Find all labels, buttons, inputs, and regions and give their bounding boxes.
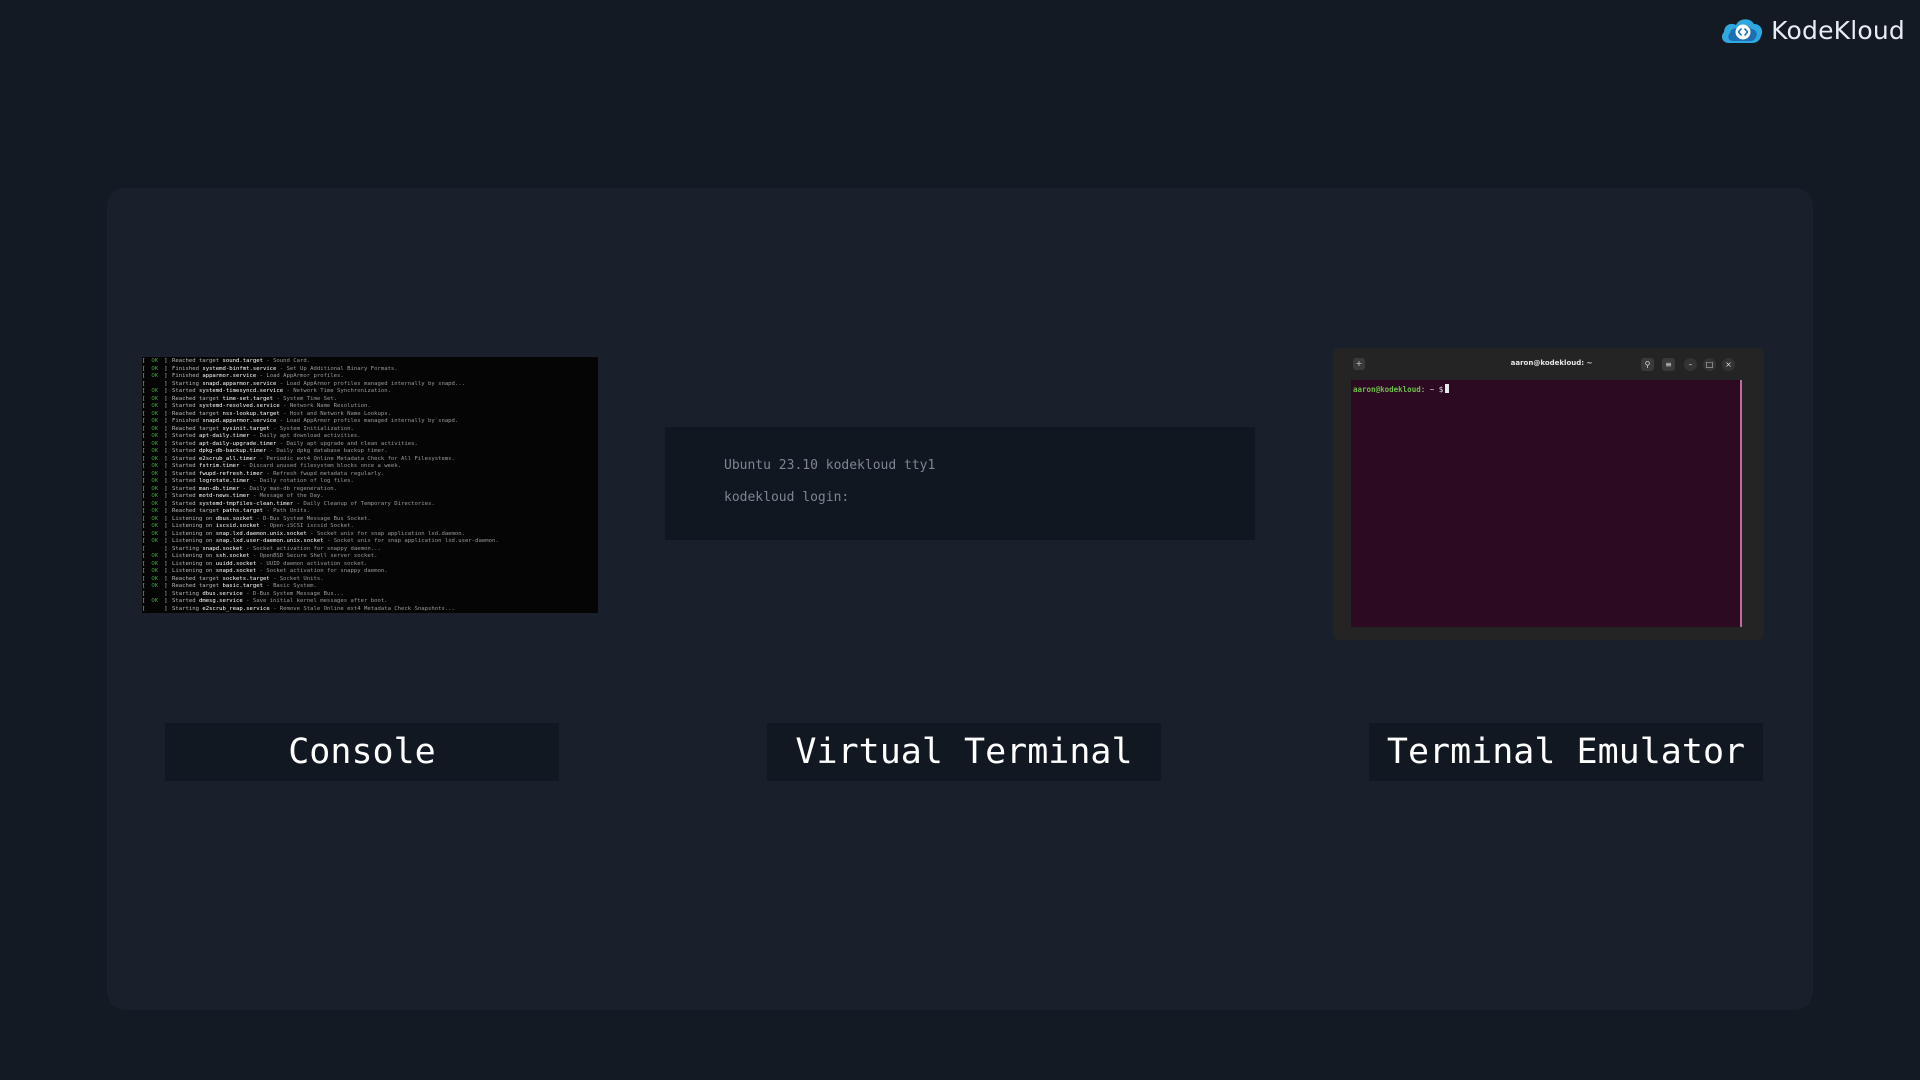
terminal-titlebar: + aaron@kodekloud: ~ ⚲ ≡ – □ × (1349, 355, 1754, 375)
console-log-line: [ OK ] Finished systemd-binfmt.service - … (142, 365, 398, 372)
log-status: [ OK ] (142, 448, 168, 454)
text-cursor (1445, 384, 1450, 393)
vt-banner-line: Ubuntu 23.10 kodekloud tty1 (724, 458, 936, 473)
log-status: [ OK ] (142, 553, 168, 559)
log-status: [ ] (142, 545, 168, 552)
console-log-line: [ OK ] Started fwupd-refresh.timer - Refr… (142, 470, 385, 477)
log-status: [ OK ] (142, 478, 168, 484)
log-status: [ OK ] (142, 440, 168, 447)
console-log-line: [ OK ] Reached target basic.target - Basi… (142, 583, 317, 589)
log-status: [ OK ] (142, 410, 168, 417)
console-log-line: [ OK ] Listening on uuidd.socket - UUID d… (142, 560, 368, 567)
terminal-emulator-window: + aaron@kodekloud: ~ ⚲ ≡ – □ × aaron@kod… (1333, 348, 1764, 640)
log-status: [ ] (142, 605, 168, 612)
virtual-terminal-label: Virtual Terminal (767, 723, 1161, 781)
console-log-line: [ OK ] Listening on dbus.socket - D-Bus S… (142, 515, 371, 522)
prompt-user: aaron@kodekloud (1353, 385, 1421, 394)
log-status: [ OK ] (142, 485, 168, 492)
console-log-line: [ OK ] Reached target sound.target - Soun… (142, 358, 311, 364)
console-log-line: [ ] Starting dbus.service - D-Bus System … (142, 590, 344, 597)
console-log-line: [ OK ] Reached target sockets.target - So… (142, 575, 324, 582)
log-status: [ OK ] (142, 500, 168, 507)
console-log-line: [ OK ] Listening on iscsid.socket - Open-… (142, 523, 354, 529)
log-status: [ OK ] (142, 395, 168, 402)
log-status: [ OK ] (142, 388, 168, 394)
log-status: [ ] (142, 380, 168, 387)
console-log-line: [ OK ] Started man-db.timer - Daily man-d… (142, 485, 338, 492)
console-log-line: [ OK ] Started systemd-tmpfiles-clean.tim… (142, 500, 435, 507)
log-status: [ OK ] (142, 530, 168, 537)
log-status: [ OK ] (142, 598, 168, 604)
log-status: [ OK ] (142, 425, 168, 432)
log-status: [ OK ] (142, 358, 168, 364)
maximize-icon[interactable]: □ (1703, 358, 1716, 371)
log-status: [ OK ] (142, 418, 168, 424)
console-log-line: [ OK ] Reached target nss-lookup.target -… (142, 410, 391, 417)
console-log-line: [ ] Starting snapd.socket - Socket activa… (142, 545, 381, 552)
search-icon[interactable]: ⚲ (1641, 358, 1654, 371)
log-status: [ OK ] (142, 493, 168, 499)
hamburger-menu-icon[interactable]: ≡ (1662, 358, 1675, 371)
log-status: [ OK ] (142, 515, 168, 522)
close-icon[interactable]: × (1722, 358, 1735, 371)
terminal-emulator-label: Terminal Emulator (1369, 723, 1763, 781)
console-log-line: [ ] Starting snapd.apparmor.service - Loa… (142, 380, 466, 387)
console-log-line: [ OK ] Started systemd-timesyncd.service … (142, 388, 391, 394)
console-log-line: [ OK ] Listening on ssh.socket - OpenBSD … (142, 553, 378, 559)
console-log-line: [ OK ] Listening on snap.lxd.daemon.unix.… (142, 530, 466, 537)
console-log-line: [ OK ] Started dpkg-db-backup.timer - Dai… (142, 448, 388, 454)
console-log-line: [ OK ] Reached target time-set.target - S… (142, 395, 338, 402)
console-log-line: [ OK ] Started systemd-resolved.service -… (142, 403, 371, 409)
console-boot-log: [ OK ] Reached target sound.target - Soun… (142, 357, 598, 613)
console-log-line: [ OK ] Finished snapd.apparmor.service - … (142, 418, 459, 424)
log-status: [ OK ] (142, 583, 168, 589)
log-status: [ OK ] (142, 470, 168, 477)
log-status: [ ] (142, 590, 168, 597)
log-status: [ OK ] (142, 538, 168, 544)
log-status: [ OK ] (142, 365, 168, 372)
log-status: [ OK ] (142, 433, 168, 439)
log-status: [ OK ] (142, 568, 168, 574)
console-log-line: [ OK ] Reached target sysinit.target - Sy… (142, 425, 354, 432)
brand-logo: KodeKloud (1719, 14, 1905, 46)
log-status: [ OK ] (142, 463, 168, 469)
console-log-line: [ OK ] Started logrotate.timer - Daily ro… (142, 478, 354, 484)
console-log-line: [ OK ] Listening on snap.lxd.user-daemon.… (142, 538, 499, 544)
virtual-terminal-screen: Ubuntu 23.10 kodekloud tty1 kodekloud lo… (665, 427, 1255, 540)
log-status: [ OK ] (142, 575, 168, 582)
log-status: [ OK ] (142, 560, 168, 567)
log-status: [ OK ] (142, 403, 168, 409)
console-log-line: [ OK ] Finished apparmor.service - Load A… (142, 373, 344, 379)
console-log-line: [ OK ] Started apt-daily.timer - Daily ap… (142, 433, 361, 439)
log-status: [ OK ] (142, 508, 168, 514)
console-log-line: [ OK ] Started fstrim.timer - Discard unu… (142, 463, 402, 469)
brand-name: KodeKloud (1771, 15, 1905, 45)
kodekloud-cloud-icon (1722, 19, 1763, 43)
minimize-icon[interactable]: – (1684, 358, 1697, 371)
terminal-body[interactable]: aaron@kodekloud: ~ $ (1351, 380, 1742, 627)
console-log-line: [ OK ] Started e2scrub_all.timer - Period… (142, 455, 455, 462)
log-status: [ OK ] (142, 523, 168, 529)
shell-prompt: aaron@kodekloud: ~ $ (1353, 384, 1450, 394)
console-log-line: [ OK ] Started motd-news.timer - Message … (142, 493, 324, 499)
vt-login-prompt: kodekloud login: (724, 490, 850, 505)
log-status: [ OK ] (142, 373, 168, 379)
console-log-line: [ OK ] Started dmesg.service - Save initi… (142, 598, 388, 604)
console-log-line: [ OK ] Reached target paths.target - Path… (142, 508, 311, 514)
console-label: Console (165, 723, 559, 781)
console-log-line: [ OK ] Listening on snapd.socket - Socket… (142, 568, 388, 574)
console-log-line: [ ] Starting e2scrub_reap.service - Remov… (142, 605, 455, 612)
prompt-path: : ~ $ (1420, 385, 1444, 394)
console-log-line: [ OK ] Started apt-daily-upgrade.timer - … (142, 440, 418, 447)
log-status: [ OK ] (142, 455, 168, 462)
